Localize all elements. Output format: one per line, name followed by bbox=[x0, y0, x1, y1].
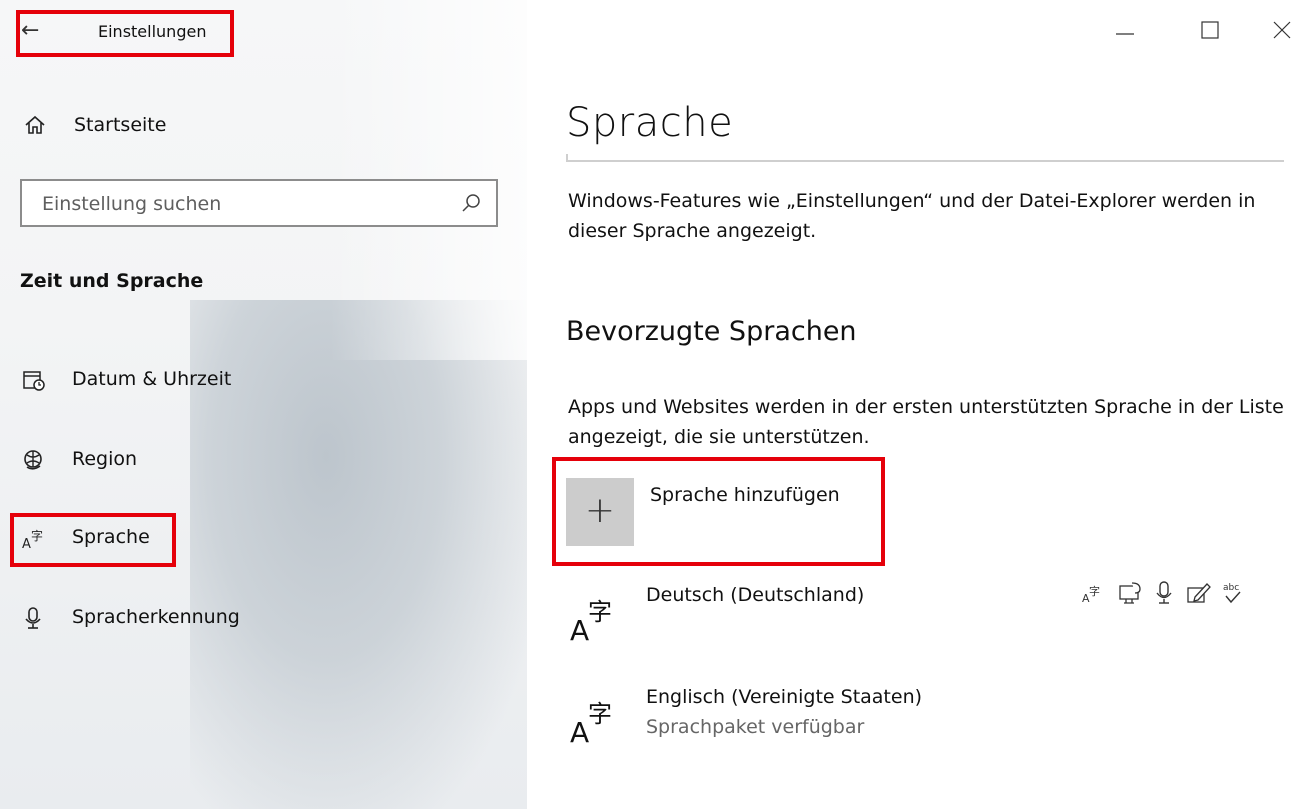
language-pack-icon: A 字 bbox=[1082, 584, 1100, 605]
section-title: Zeit und Sprache bbox=[20, 270, 204, 292]
highlight-sprache-box bbox=[10, 513, 176, 567]
sidebar-item-label: Datum & Uhrzeit bbox=[72, 368, 232, 390]
handwriting-icon bbox=[1187, 583, 1211, 603]
highlight-title-box bbox=[16, 10, 234, 57]
language-name: Deutsch (Deutschland) bbox=[646, 584, 865, 606]
maximize-button[interactable] bbox=[1190, 14, 1230, 46]
language-status: Sprachpaket verfügbar bbox=[646, 716, 865, 738]
add-language-button[interactable]: + Sprache hinzufügen bbox=[566, 478, 876, 568]
minimize-icon bbox=[1116, 33, 1134, 35]
title-divider bbox=[566, 154, 1284, 162]
sidebar-item-spracherkennung[interactable]: Spracherkennung bbox=[22, 600, 422, 634]
language-item-englisch[interactable]: A 字 Englisch (Vereinigte Staaten) Sprach… bbox=[566, 686, 1286, 756]
svg-text:字: 字 bbox=[588, 700, 612, 728]
text-to-speech-icon bbox=[1119, 582, 1141, 604]
svg-text:字: 字 bbox=[1089, 584, 1100, 598]
spellcheck-icon: abc bbox=[1223, 583, 1241, 604]
preferred-languages-heading: Bevorzugte Sprachen bbox=[566, 316, 857, 347]
svg-text:A: A bbox=[570, 614, 589, 642]
close-button[interactable] bbox=[1262, 14, 1299, 46]
globe-icon bbox=[24, 450, 42, 470]
language-feature-icons: A 字 abc bbox=[1082, 580, 1282, 608]
spellcheck-text: abc bbox=[1223, 583, 1239, 593]
nav-home[interactable]: Startseite bbox=[24, 110, 324, 144]
sidebar-item-datum-uhrzeit[interactable]: Datum & Uhrzeit bbox=[22, 362, 422, 396]
sidebar: ← Einstellungen Startseite Zeit und Spra… bbox=[0, 0, 527, 809]
microphone-icon bbox=[25, 607, 41, 629]
language-name: Englisch (Vereinigte Staaten) bbox=[646, 686, 923, 708]
page-title: Sprache bbox=[566, 100, 734, 146]
language-glyph-icon: A 字 bbox=[570, 598, 612, 642]
sidebar-item-label: Spracherkennung bbox=[72, 606, 240, 628]
add-language-label: Sprache hinzufügen bbox=[650, 484, 840, 506]
nav-home-label: Startseite bbox=[74, 114, 167, 136]
plus-icon: + bbox=[584, 490, 616, 531]
sidebar-item-region[interactable]: Region bbox=[22, 442, 422, 476]
sidebar-item-label: Region bbox=[72, 448, 138, 470]
search-input[interactable] bbox=[40, 189, 444, 219]
add-language-tile[interactable]: + bbox=[566, 478, 634, 546]
speech-recognition-icon bbox=[1156, 581, 1172, 604]
page-description: Windows-Features wie „Einstellungen“ und… bbox=[568, 190, 1256, 242]
search-icon[interactable] bbox=[460, 192, 482, 214]
minimize-button[interactable] bbox=[1105, 14, 1145, 46]
maximize-icon bbox=[1201, 21, 1219, 39]
home-icon bbox=[25, 115, 45, 134]
svg-text:字: 字 bbox=[588, 598, 612, 626]
preferred-languages-description: Apps und Websites werden in der ersten u… bbox=[568, 396, 1284, 448]
language-glyph-icon: A 字 bbox=[570, 700, 612, 744]
svg-text:A: A bbox=[570, 716, 589, 744]
calendar-clock-icon bbox=[23, 371, 45, 391]
close-icon bbox=[1273, 21, 1291, 39]
search-box[interactable] bbox=[20, 179, 498, 227]
language-item-deutsch[interactable]: A 字 Deutsch (Deutschland) A 字 abc bbox=[566, 581, 1286, 654]
